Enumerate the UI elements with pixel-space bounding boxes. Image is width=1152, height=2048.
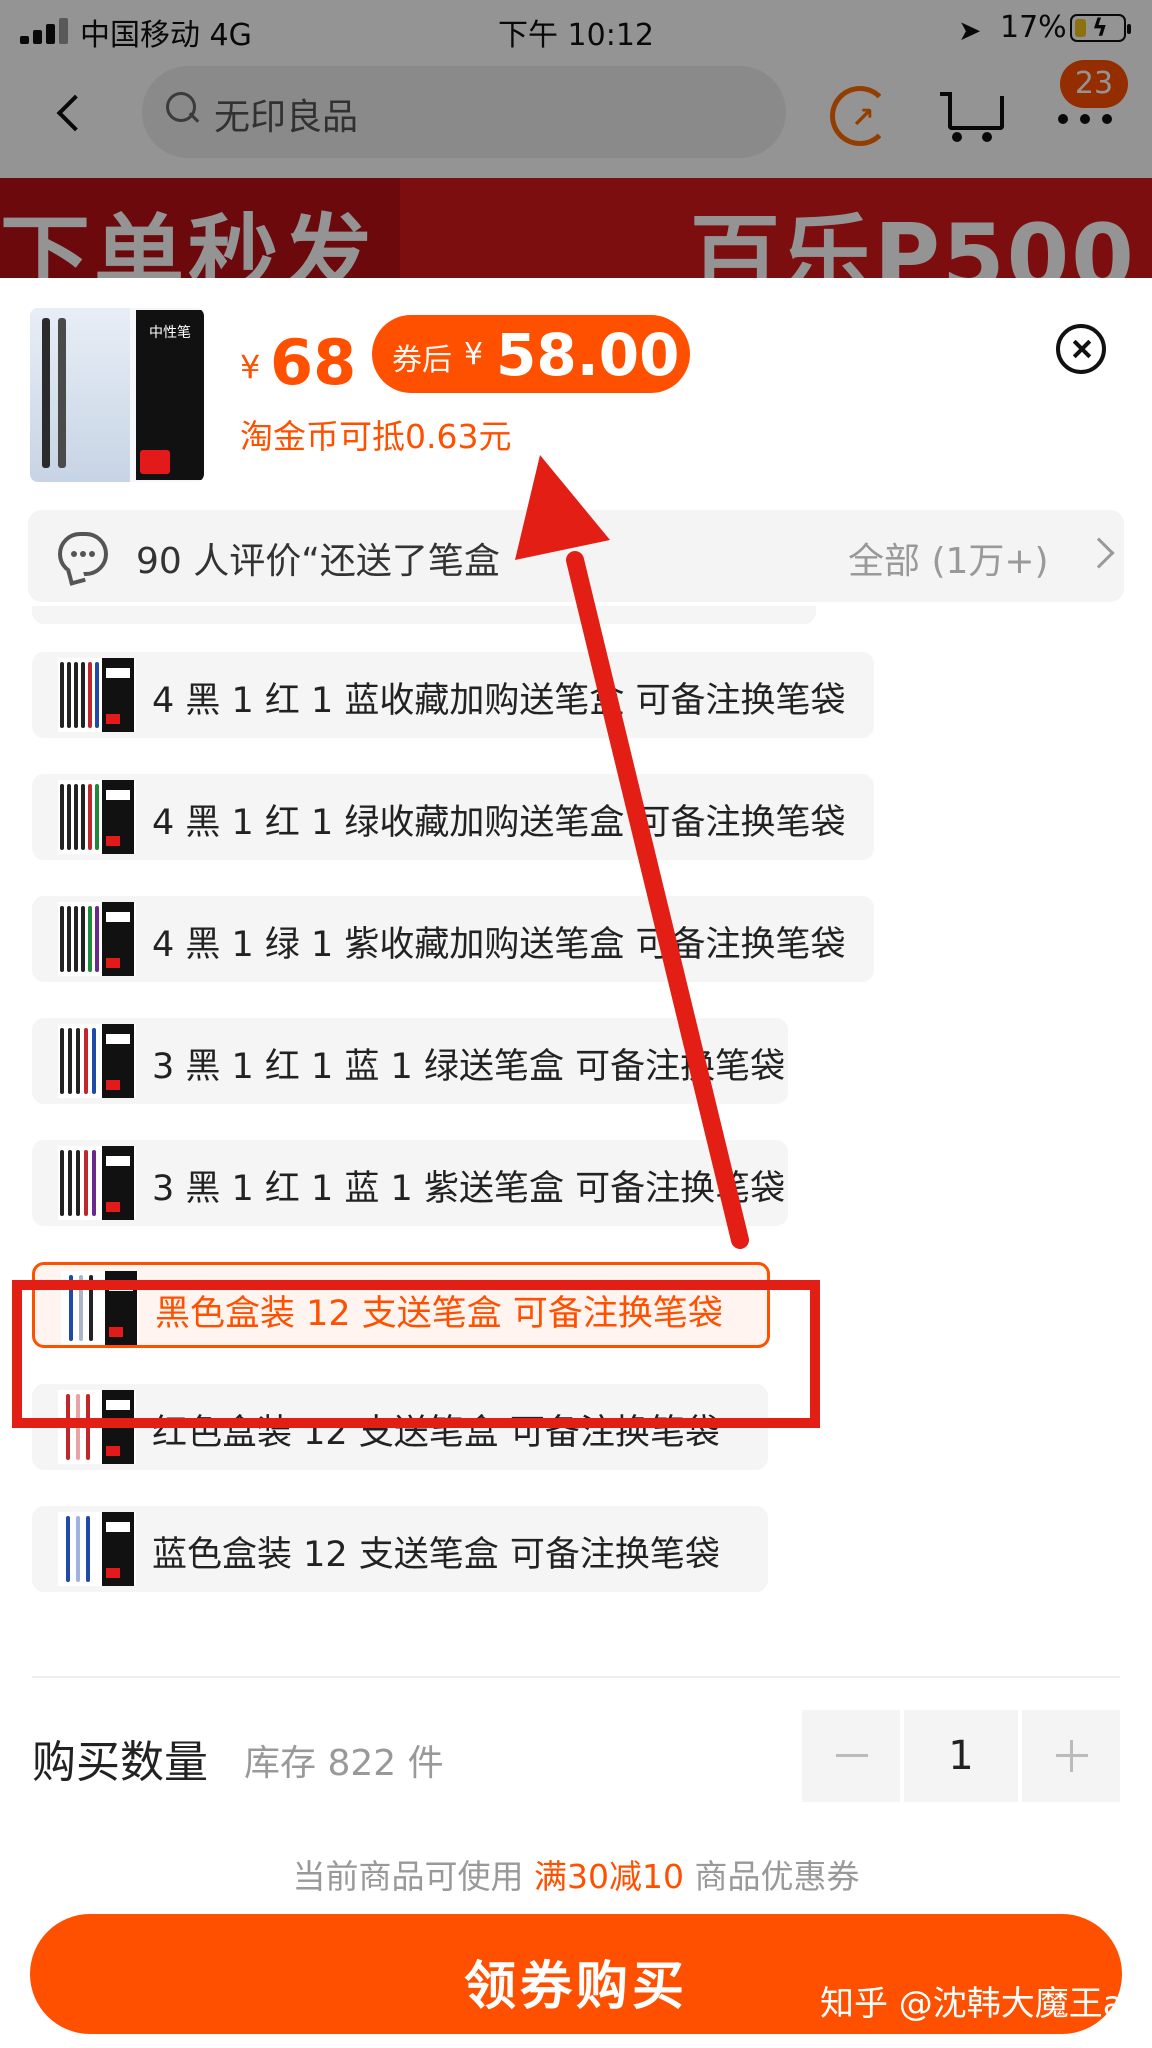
price: 68: [270, 326, 357, 399]
stock-count: 库存 822 件: [244, 1743, 444, 1784]
divider: [32, 1676, 1120, 1678]
sku-option[interactable]: 3 黑 1 红 1 蓝 1 紫送笔盒 可备注换笔袋: [32, 1140, 788, 1226]
decrement-button[interactable]: [802, 1710, 900, 1802]
option-thumbnail: [58, 902, 136, 976]
quantity-stepper: 1: [802, 1710, 1120, 1802]
coupon-currency: ¥: [464, 337, 484, 372]
price-currency: ¥: [240, 348, 261, 386]
option-thumbnail: [58, 1024, 136, 1098]
sku-option[interactable]: 4 黑 1 红 1 蓝收藏加购送笔盒 可备注换笔袋: [32, 652, 874, 738]
coupon-price-pill: 券后 ¥ 58.00: [372, 315, 690, 393]
option-label: 4 黑 1 绿 1 紫收藏加购送笔盒 可备注换笔袋: [152, 925, 846, 965]
close-icon[interactable]: [1056, 324, 1106, 374]
sku-option[interactable]: 3 黑 1 红 1 蓝 1 绿送笔盒 可备注换笔袋: [32, 1018, 788, 1104]
option-thumbnail: [58, 1146, 136, 1220]
option-label: 4 黑 1 红 1 蓝收藏加购送笔盒 可备注换笔袋: [152, 681, 846, 721]
modal-overlay[interactable]: [0, 0, 1152, 280]
review-summary: 90 人评价“还送了笔盒: [136, 541, 500, 582]
option-thumbnail: [58, 658, 136, 732]
sku-option[interactable]: 蓝色盒装 12 支送笔盒 可备注换笔袋: [32, 1506, 768, 1592]
option-partial: [32, 606, 816, 624]
quantity-label: 购买数量: [32, 1737, 208, 1788]
sku-sheet: 中性笔 ¥ 68 券后 ¥ 58.00 淘金币可抵0.63元 90 人评价“还送…: [0, 278, 1152, 2048]
review-all-count: 全部 (1万+): [848, 541, 1049, 582]
option-label: 3 黑 1 红 1 蓝 1 绿送笔盒 可备注换笔袋: [152, 1047, 786, 1087]
option-label: 3 黑 1 红 1 蓝 1 紫送笔盒 可备注换笔袋: [152, 1169, 786, 1209]
sku-option[interactable]: 4 黑 1 红 1 绿收藏加购送笔盒 可备注换笔袋: [32, 774, 874, 860]
option-label: 蓝色盒装 12 支送笔盒 可备注换笔袋: [152, 1535, 720, 1575]
option-label: 4 黑 1 红 1 绿收藏加购送笔盒 可备注换笔袋: [152, 803, 846, 843]
coupon-price: 58.00: [496, 321, 680, 389]
watermark: 知乎 @沈韩大魔王a: [820, 1984, 1124, 2024]
increment-button[interactable]: [1022, 1710, 1120, 1802]
option-thumbnail: [58, 780, 136, 854]
coupon-label: 券后: [392, 343, 452, 378]
coupon-note: 当前商品可使用 满30减10 商品优惠券: [292, 1857, 860, 1896]
product-thumbnail[interactable]: 中性笔: [30, 308, 204, 482]
annotation-highlight-box: [12, 1280, 820, 1428]
chat-icon: [58, 532, 108, 576]
thumbnail-label: 中性笔: [149, 325, 191, 341]
gold-coin-discount: 淘金币可抵0.63元: [240, 417, 512, 456]
chevron-right-icon: [1083, 537, 1115, 569]
coupon-threshold: 满30减10: [534, 1857, 684, 1896]
review-bar[interactable]: 90 人评价“还送了笔盒 全部 (1万+): [28, 510, 1124, 602]
sku-option[interactable]: 4 黑 1 绿 1 紫收藏加购送笔盒 可备注换笔袋: [32, 896, 874, 982]
option-thumbnail: [58, 1512, 136, 1586]
quantity-value[interactable]: 1: [904, 1710, 1018, 1802]
